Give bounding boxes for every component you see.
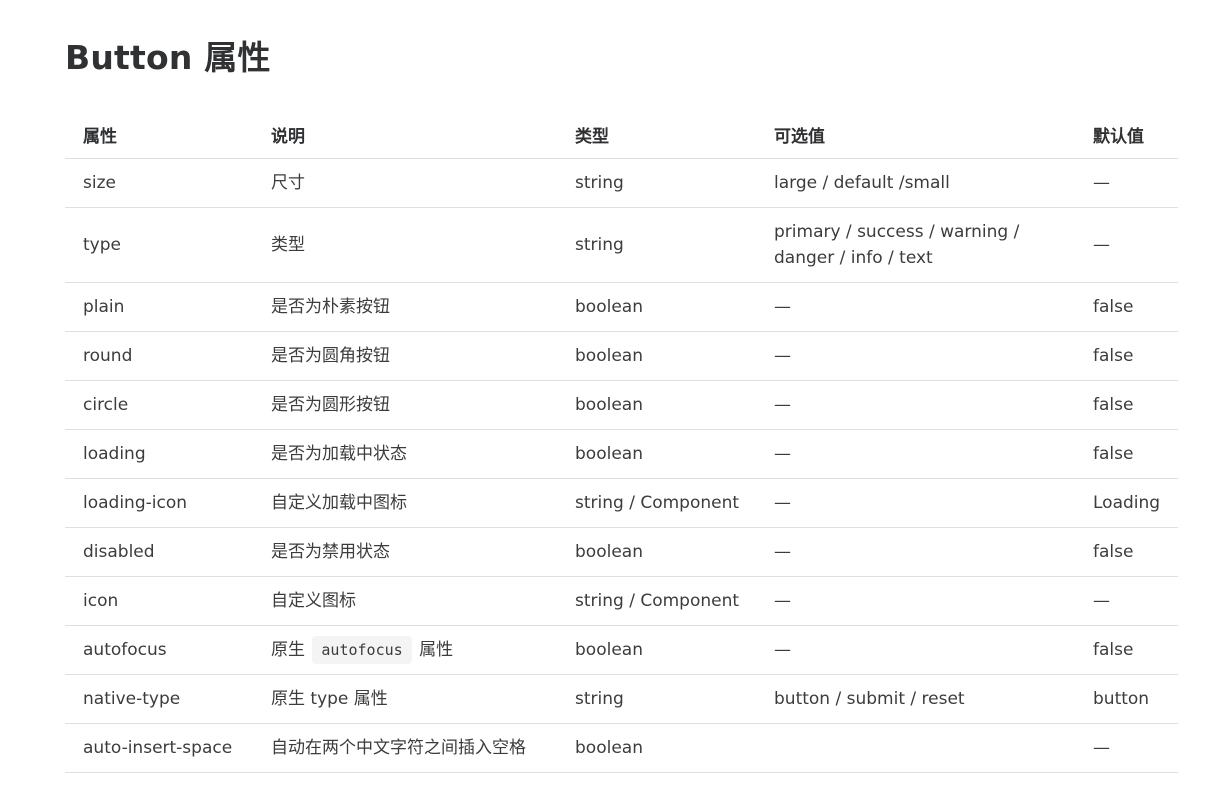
- desc-suffix: 属性: [419, 640, 454, 660]
- cell-options: —: [756, 625, 1075, 675]
- header-options: 可选值: [756, 110, 1075, 159]
- cell-description: 自定义加载中图标: [253, 478, 557, 528]
- cell-attribute: disabled: [65, 527, 253, 577]
- cell-default: false: [1075, 625, 1178, 675]
- cell-description: 自动在两个中文字符之间插入空格: [253, 723, 557, 773]
- cell-description: 类型: [253, 207, 557, 283]
- cell-description: 原生 autofocus 属性: [253, 625, 557, 675]
- cell-description: 是否为加载中状态: [253, 429, 557, 479]
- cell-default: —: [1075, 576, 1178, 626]
- cell-description: 是否为禁用状态: [253, 527, 557, 577]
- cell-attribute: type: [65, 207, 253, 283]
- cell-description: 尺寸: [253, 158, 557, 208]
- cell-description: 是否为圆形按钮: [253, 380, 557, 430]
- cell-type: string: [557, 674, 756, 724]
- cell-attribute: icon: [65, 576, 253, 626]
- table-row: plain 是否为朴素按钮 boolean — false: [65, 282, 1178, 332]
- table-row: autofocus 原生 autofocus 属性 boolean — fals…: [65, 625, 1178, 675]
- cell-default: false: [1075, 331, 1178, 381]
- cell-default: Loading: [1075, 478, 1178, 528]
- cell-options: —: [756, 331, 1075, 381]
- cell-description: 原生 type 属性: [253, 674, 557, 724]
- inline-code: autofocus: [312, 636, 412, 664]
- cell-type: string / Component: [557, 576, 756, 626]
- table-header-row: 属性 说明 类型 可选值 默认值: [65, 110, 1178, 159]
- cell-attribute: loading: [65, 429, 253, 479]
- cell-description: 自定义图标: [253, 576, 557, 626]
- table-row: icon 自定义图标 string / Component — —: [65, 576, 1178, 626]
- table-row: native-type 原生 type 属性 string button / s…: [65, 674, 1178, 724]
- cell-options: —: [756, 429, 1075, 479]
- cell-options: —: [756, 478, 1075, 528]
- cell-options: primary / success / warning / danger / i…: [756, 207, 1075, 283]
- cell-type: boolean: [557, 527, 756, 577]
- table-row: size 尺寸 string large / default /small —: [65, 158, 1178, 208]
- cell-type: string: [557, 158, 756, 208]
- cell-type: boolean: [557, 380, 756, 430]
- cell-attribute: plain: [65, 282, 253, 332]
- table-row: circle 是否为圆形按钮 boolean — false: [65, 380, 1178, 430]
- attributes-table: 属性 说明 类型 可选值 默认值 size 尺寸 string large / …: [65, 110, 1178, 773]
- header-type: 类型: [557, 110, 756, 159]
- desc-prefix: 原生: [271, 640, 305, 660]
- table-row: disabled 是否为禁用状态 boolean — false: [65, 527, 1178, 577]
- cell-options: —: [756, 282, 1075, 332]
- cell-options: [756, 723, 1075, 773]
- cell-default: false: [1075, 282, 1178, 332]
- cell-attribute: auto-insert-space: [65, 723, 253, 773]
- cell-default: —: [1075, 158, 1178, 208]
- table-row: type 类型 string primary / success / warni…: [65, 207, 1178, 283]
- cell-default: —: [1075, 723, 1178, 773]
- cell-description: 是否为朴素按钮: [253, 282, 557, 332]
- cell-type: boolean: [557, 429, 756, 479]
- cell-default: —: [1075, 207, 1178, 283]
- header-attribute: 属性: [65, 110, 253, 159]
- cell-type: boolean: [557, 282, 756, 332]
- cell-options: —: [756, 576, 1075, 626]
- cell-type: boolean: [557, 331, 756, 381]
- cell-options: large / default /small: [756, 158, 1075, 208]
- cell-options: —: [756, 380, 1075, 430]
- cell-default: false: [1075, 527, 1178, 577]
- cell-type: boolean: [557, 625, 756, 675]
- cell-type: string: [557, 207, 756, 283]
- cell-attribute: circle: [65, 380, 253, 430]
- header-description: 说明: [253, 110, 557, 159]
- cell-type: string / Component: [557, 478, 756, 528]
- header-default: 默认值: [1075, 110, 1178, 159]
- table-row: loading-icon 自定义加载中图标 string / Component…: [65, 478, 1178, 528]
- table-row: round 是否为圆角按钮 boolean — false: [65, 331, 1178, 381]
- cell-attribute: round: [65, 331, 253, 381]
- page-title: Button 属性: [65, 38, 271, 77]
- table-row: auto-insert-space 自动在两个中文字符之间插入空格 boolea…: [65, 723, 1178, 773]
- cell-type: boolean: [557, 723, 756, 773]
- cell-options: —: [756, 527, 1075, 577]
- table-row: loading 是否为加载中状态 boolean — false: [65, 429, 1178, 479]
- cell-attribute: size: [65, 158, 253, 208]
- cell-default: button: [1075, 674, 1178, 724]
- cell-attribute: autofocus: [65, 625, 253, 675]
- cell-attribute: native-type: [65, 674, 253, 724]
- cell-default: false: [1075, 429, 1178, 479]
- cell-default: false: [1075, 380, 1178, 430]
- cell-description: 是否为圆角按钮: [253, 331, 557, 381]
- cell-attribute: loading-icon: [65, 478, 253, 528]
- cell-options: button / submit / reset: [756, 674, 1075, 724]
